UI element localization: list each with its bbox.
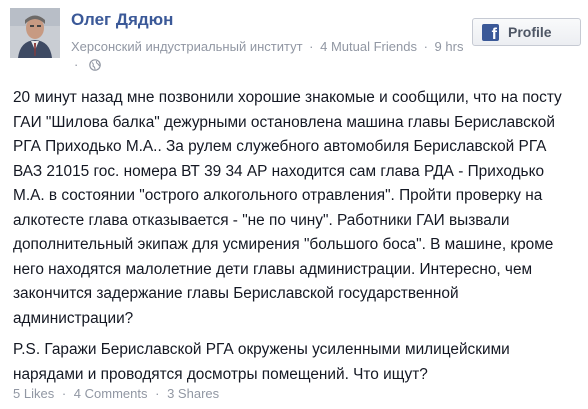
author-name[interactable]: Олег Дядюн (71, 10, 173, 30)
facebook-post: Олег Дядюн Херсонский индустриальный инс… (0, 0, 588, 409)
post-paragraph: 20 минут назад мне позвонили хорошие зна… (13, 89, 562, 327)
stats-separator: · (155, 386, 160, 401)
stats-separator: · (61, 386, 67, 401)
post-timestamp[interactable]: 9 hrs (435, 39, 464, 54)
meta-separator: · (423, 39, 428, 54)
post-paragraph: P.S. Гаражи Бериславской РГА окружены ус… (13, 341, 510, 383)
post-stats: 5 Likes · 4 Comments · 3 Shares (13, 386, 219, 401)
author-workplace[interactable]: Херсонский индустриальный институт (71, 39, 303, 54)
shares-link[interactable]: 3 Shares (167, 386, 219, 401)
facebook-icon: f (482, 23, 499, 41)
mutual-friends-link[interactable]: 4 Mutual Friends (320, 39, 417, 54)
facebook-icon-glyph: f (491, 25, 497, 41)
author-avatar[interactable] (10, 8, 60, 58)
meta-separator: · (74, 57, 79, 72)
globe-icon[interactable] (89, 58, 101, 76)
post-body: 20 минут назад мне позвонили хорошие зна… (13, 86, 579, 394)
profile-button-label: Profile (508, 24, 552, 40)
likes-link[interactable]: 5 Likes (13, 386, 54, 401)
meta-separator: · (309, 39, 314, 54)
profile-button[interactable]: f Profile (472, 18, 581, 46)
comments-link[interactable]: 4 Comments (74, 386, 148, 401)
post-meta: Херсонский индустриальный институт · 4 M… (71, 38, 471, 76)
